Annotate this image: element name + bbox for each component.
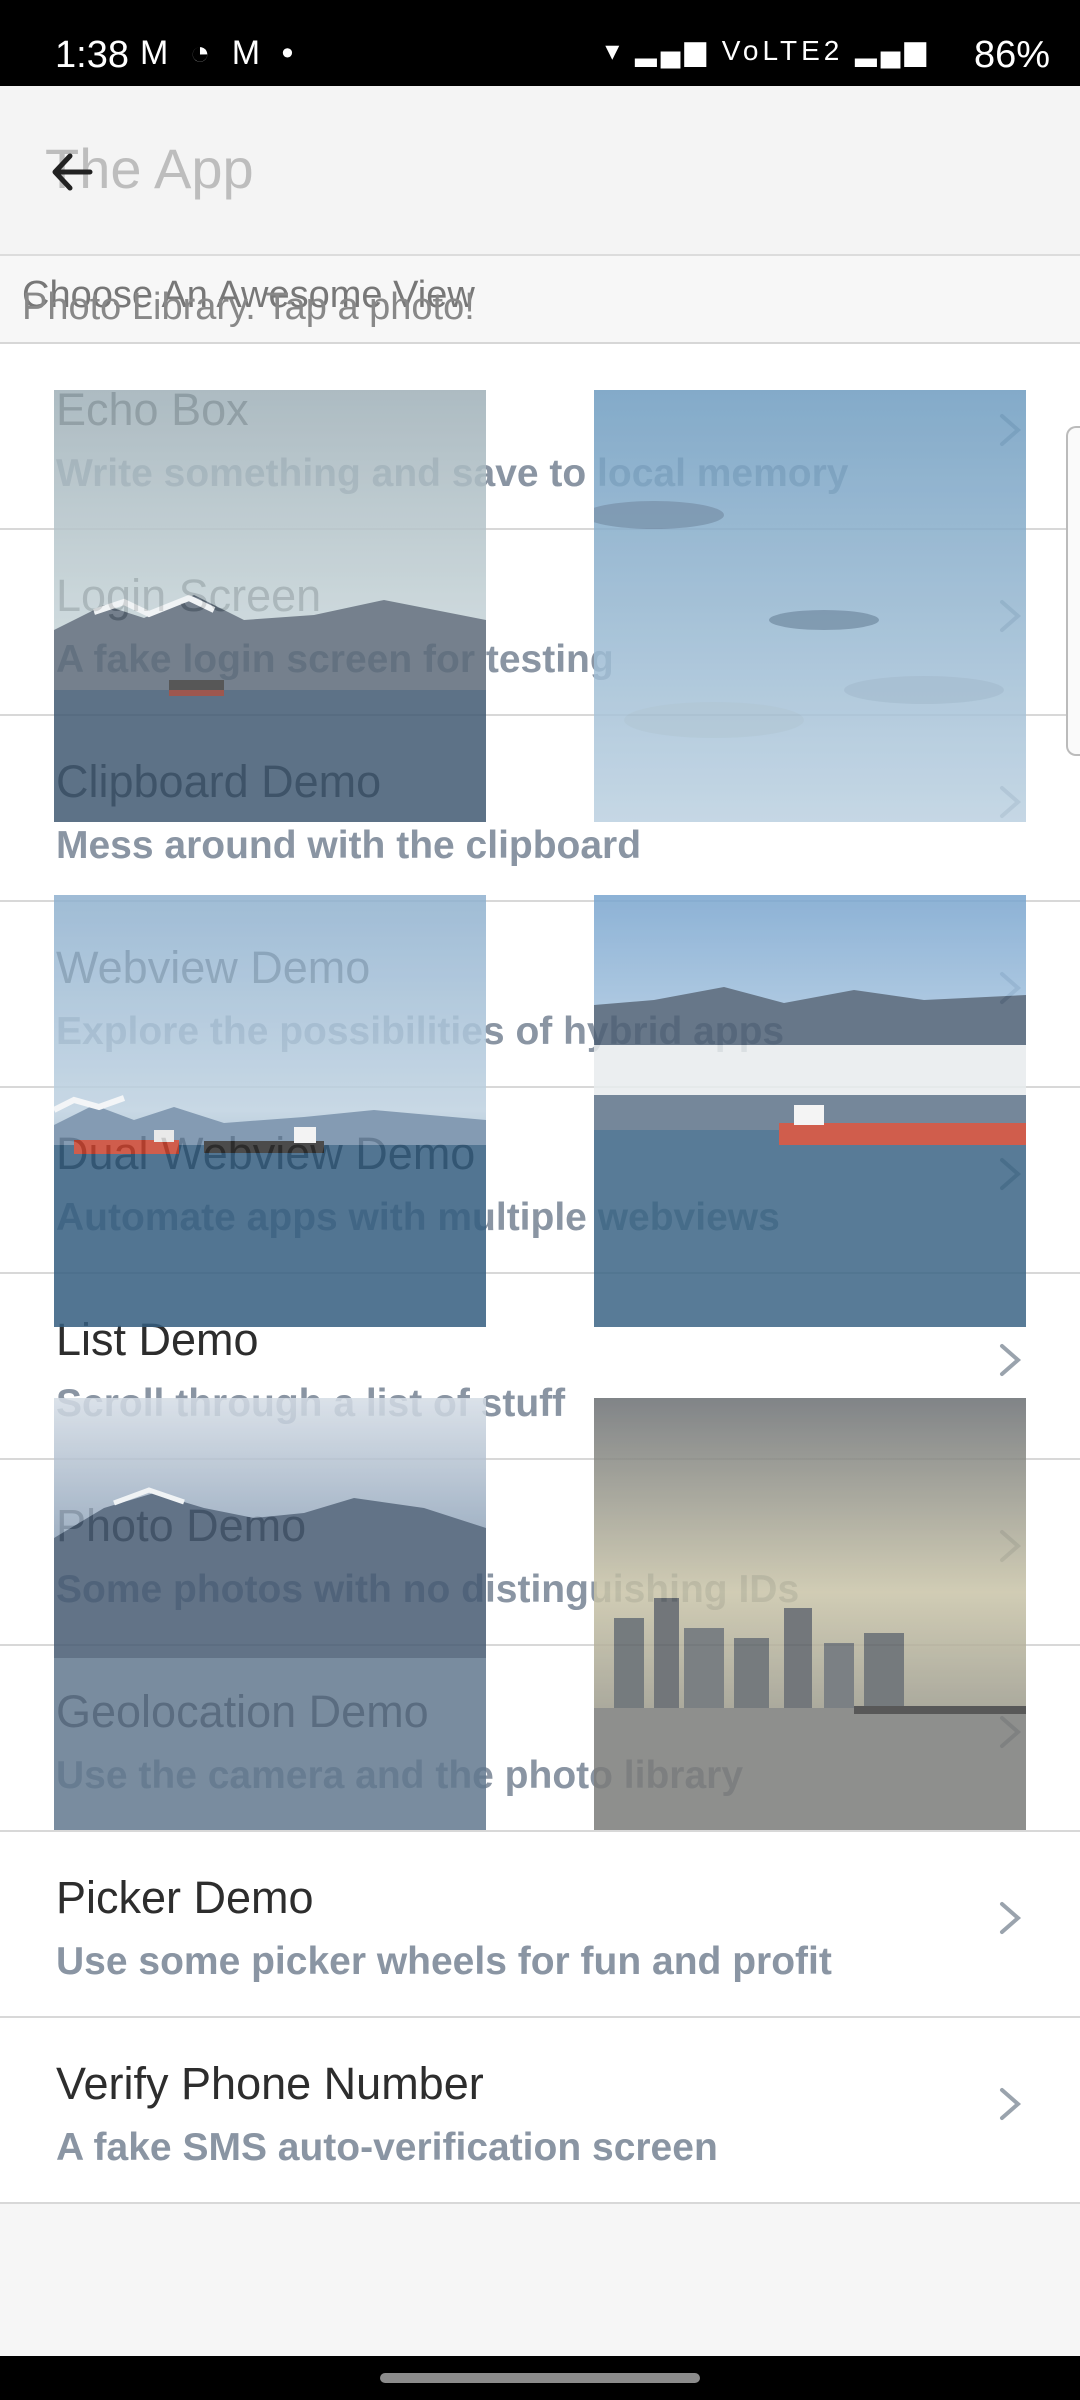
list-item[interactable]: Echo Box Write something and save to loc… <box>0 344 1080 530</box>
chevron-right-icon <box>1000 2088 1022 2120</box>
list-item[interactable]: Photo Demo Some photos with no distingui… <box>0 1460 1080 1646</box>
list-item-subtitle: Use the camera and the photo library <box>56 1754 744 1797</box>
list-item-title: List Demo <box>56 1314 259 1365</box>
chevron-right-icon <box>1000 972 1022 1004</box>
chevron-right-icon <box>1000 1158 1022 1190</box>
chevron-right-icon <box>1000 1344 1022 1376</box>
list-item-title: Geolocation Demo <box>56 1686 429 1737</box>
home-indicator[interactable] <box>380 2373 700 2383</box>
chevron-right-icon <box>1000 414 1022 446</box>
status-bar: 1:38 M ◔ M • ▾ ▂▄▆ VoLTE2 ▂▄▆ 86% <box>0 0 1080 86</box>
app-bar: The App <box>0 86 1080 256</box>
list-item-title: Clipboard Demo <box>56 756 382 807</box>
list-item-subtitle: Some photos with no distinguishing IDs <box>56 1568 800 1611</box>
list-item[interactable]: Dual Webview Demo Automate apps with mul… <box>0 1088 1080 1274</box>
notification-icons: M ◔ M • <box>140 34 300 72</box>
list-item[interactable]: List Demo Scroll through a list of stuff <box>0 1274 1080 1460</box>
list-item-subtitle: Scroll through a list of stuff <box>56 1382 566 1425</box>
list-item-title: Dual Webview Demo <box>56 1128 476 1179</box>
list-item-subtitle: Automate apps with multiple webviews <box>56 1196 780 1239</box>
list-item[interactable]: Login Screen A fake login screen for tes… <box>0 530 1080 716</box>
chevron-right-icon <box>1000 786 1022 818</box>
list-item[interactable]: Picker Demo Use some picker wheels for f… <box>0 1832 1080 2018</box>
list-item-subtitle: Write something and save to local memory <box>56 452 849 495</box>
list-item-subtitle: Explore the possibilities of hybrid apps <box>56 1010 785 1053</box>
chevron-right-icon <box>1000 1902 1022 1934</box>
list-item[interactable]: Clipboard Demo Mess around with the clip… <box>0 716 1080 902</box>
list-item-subtitle: A fake login screen for testing <box>56 638 614 681</box>
list-item[interactable]: Verify Phone Number A fake SMS auto-veri… <box>0 2018 1080 2204</box>
list-item-title: Verify Phone Number <box>56 2058 484 2109</box>
status-time: 1:38 <box>55 34 129 76</box>
demo-list: Echo Box Write something and save to loc… <box>0 344 1080 2204</box>
list-item-subtitle: Mess around with the clipboard <box>56 824 642 867</box>
list-item[interactable]: Geolocation Demo Use the camera and the … <box>0 1646 1080 1832</box>
chevron-right-icon <box>1000 1530 1022 1562</box>
chevron-right-icon <box>1000 600 1022 632</box>
list-item-title: Picker Demo <box>56 1872 314 1923</box>
list-item-title: Login Screen <box>56 570 322 621</box>
arrow-left-icon[interactable] <box>45 142 105 202</box>
list-item[interactable]: Webview Demo Explore the possibilities o… <box>0 902 1080 1088</box>
list-item-subtitle: A fake SMS auto-verification screen <box>56 2126 718 2169</box>
scrollbar[interactable] <box>1066 426 1080 756</box>
battery-level: 86% <box>973 34 1050 76</box>
subheader: Choose An Awesome View Photo Library. Ta… <box>0 256 1080 344</box>
chevron-right-icon <box>1000 1716 1022 1748</box>
photo-library-hint: Photo Library. Tap a photo! <box>22 286 475 328</box>
list-item-title: Echo Box <box>56 384 249 435</box>
list-item-subtitle: Use some picker wheels for fun and profi… <box>56 1940 832 1983</box>
list-item-title: Webview Demo <box>56 942 371 993</box>
list-item-title: Photo Demo <box>56 1500 307 1551</box>
signal-icons: ▾ ▂▄▆ VoLTE2 ▂▄▆ <box>605 35 930 66</box>
